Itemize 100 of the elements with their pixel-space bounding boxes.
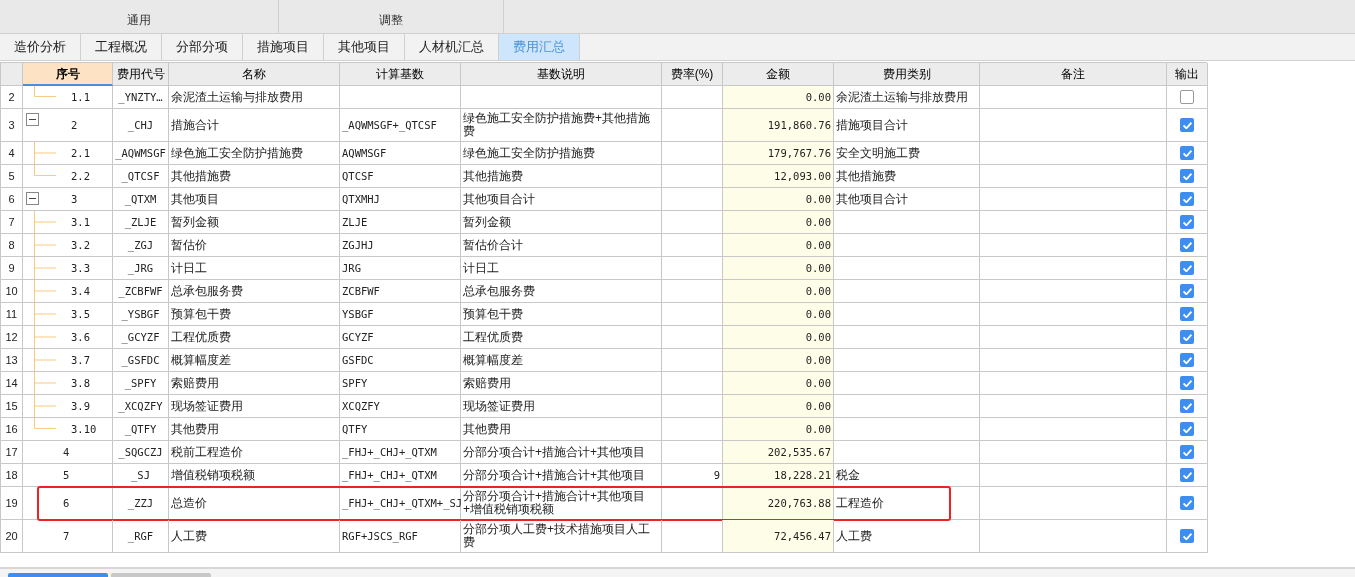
row-number: 4	[8, 145, 15, 161]
fee-name: 总承包服务费	[171, 283, 243, 299]
output-checkbox[interactable]	[1180, 376, 1194, 390]
fee-name: 人工费	[171, 528, 207, 544]
output-checkbox[interactable]	[1180, 146, 1194, 160]
output-checkbox[interactable]	[1180, 353, 1194, 367]
tree-line	[34, 303, 56, 325]
checkmark-icon	[1182, 218, 1192, 226]
base-description-cell: 其他措施费	[461, 165, 662, 188]
amount-cell: 191,860.76	[723, 109, 834, 142]
row-number: 17	[5, 444, 18, 460]
output-checkbox[interactable]	[1180, 192, 1194, 206]
sequence-number: 6	[63, 495, 70, 511]
amount-cell: 18,228.21	[723, 464, 834, 487]
column-header[interactable]: 输出	[1167, 63, 1208, 86]
base-description-cell: 索赔费用	[461, 372, 662, 395]
collapse-icon[interactable]	[26, 113, 39, 126]
output-checkbox[interactable]	[1180, 399, 1194, 413]
column-header[interactable]: 费用类别	[834, 63, 980, 86]
base-description-cell: 计日工	[461, 257, 662, 280]
amount-cell: 0.00	[723, 257, 834, 280]
row-number: 14	[5, 375, 18, 391]
fee-category-cell: 安全文明施工费	[834, 142, 980, 165]
amount-cell: 0.00	[723, 280, 834, 303]
calculation-base-cell: ZLJE	[340, 211, 461, 234]
output-checkbox[interactable]	[1180, 261, 1194, 275]
fee-code: _QTFY	[124, 421, 157, 437]
base-description-cell: 分部分项合计+措施合计+其他项目	[461, 464, 662, 487]
column-header[interactable]: 名称	[169, 63, 340, 86]
collapse-icon[interactable]	[26, 192, 39, 205]
output-checkbox[interactable]	[1180, 215, 1194, 229]
base-description-cell: 预算包干费	[461, 303, 662, 326]
row-number: 6	[8, 191, 15, 207]
fee-category-cell: 措施项目合计	[834, 109, 980, 142]
amount-cell: 0.00	[723, 303, 834, 326]
checkmark-icon	[1182, 356, 1192, 364]
base-description-cell: 绿色施工安全防护措施费	[461, 142, 662, 165]
ribbon-group-label: 通用	[127, 12, 151, 29]
fee-code: _QTXM	[124, 191, 157, 207]
output-checkbox[interactable]	[1180, 529, 1194, 543]
column-header[interactable]: 费用代号	[113, 63, 169, 86]
column-header[interactable]: 计算基数	[340, 63, 461, 86]
column-header[interactable]: 基数说明	[461, 63, 662, 86]
fee-code: _ZLJE	[124, 214, 157, 230]
output-checkbox[interactable]	[1180, 422, 1194, 436]
row-number: 15	[5, 398, 18, 414]
fee-name: 余泥渣土运输与排放费用	[171, 89, 303, 105]
calculation-base-cell: _FHJ+_CHJ+_QTXM+_SJ	[340, 487, 461, 520]
output-checkbox[interactable]	[1180, 238, 1194, 252]
fee-category-cell: 其他项目合计	[834, 188, 980, 211]
fee-code: _SQGCZJ	[118, 444, 163, 460]
fee-name: 概算幅度差	[171, 352, 231, 368]
output-checkbox[interactable]	[1180, 118, 1194, 132]
column-header[interactable]: 序号	[23, 63, 113, 86]
sequence-number: 3.6	[71, 329, 90, 345]
output-checkbox[interactable]	[1180, 468, 1194, 482]
calculation-base-cell: GSFDC	[340, 349, 461, 372]
fee-name: 其他费用	[171, 421, 219, 437]
output-checkbox[interactable]	[1180, 284, 1194, 298]
fee-name: 总造价	[171, 495, 207, 511]
checkmark-icon	[1182, 379, 1192, 387]
output-checkbox[interactable]	[1180, 496, 1194, 510]
column-header[interactable]: 金额	[723, 63, 834, 86]
checkmark-icon	[1182, 287, 1192, 295]
sequence-number: 3.9	[71, 398, 90, 414]
output-checkbox[interactable]	[1180, 307, 1194, 321]
tree-line	[34, 86, 56, 97]
output-checkbox[interactable]	[1180, 330, 1194, 344]
amount-cell: 0.00	[723, 211, 834, 234]
calculation-base-cell: QTXMHJ	[340, 188, 461, 211]
calculation-base-cell: QTCSF	[340, 165, 461, 188]
fee-code: _YNZTY…	[118, 89, 163, 105]
sequence-number: 3.10	[71, 421, 97, 437]
sequence-number: 3.4	[71, 283, 90, 299]
tree-line	[34, 349, 56, 371]
tree-line	[34, 280, 56, 302]
sequence-number: 3.5	[71, 306, 90, 322]
output-checkbox[interactable]	[1180, 90, 1194, 104]
sequence-number: 3.2	[71, 237, 90, 253]
sequence-number: 3.8	[71, 375, 90, 391]
amount-cell: 0.00	[723, 395, 834, 418]
amount-cell: 72,456.47	[723, 520, 834, 553]
checkmark-icon	[1182, 310, 1192, 318]
calculation-base-cell: YSBGF	[340, 303, 461, 326]
calculation-base-cell: ZGJHJ	[340, 234, 461, 257]
fee-name: 绿色施工安全防护措施费	[171, 145, 303, 161]
output-checkbox[interactable]	[1180, 169, 1194, 183]
column-header[interactable]: 费率(%)	[662, 63, 723, 86]
amount-cell: 0.00	[723, 372, 834, 395]
fee-code: _ZCBFWF	[118, 283, 163, 299]
calculation-base-cell: QTFY	[340, 418, 461, 441]
base-description-cell: 其他项目合计	[461, 188, 662, 211]
row-number: 7	[8, 214, 15, 230]
column-header[interactable]: 备注	[980, 63, 1167, 86]
fee-name: 增值税销项税额	[171, 467, 255, 483]
output-checkbox[interactable]	[1180, 445, 1194, 459]
base-description-cell: 分部分项人工费+技术措施项目人工费	[461, 520, 662, 553]
fee-name: 暂列金额	[171, 214, 219, 230]
sequence-number: 3.3	[71, 260, 90, 276]
row-number: 5	[8, 168, 15, 184]
